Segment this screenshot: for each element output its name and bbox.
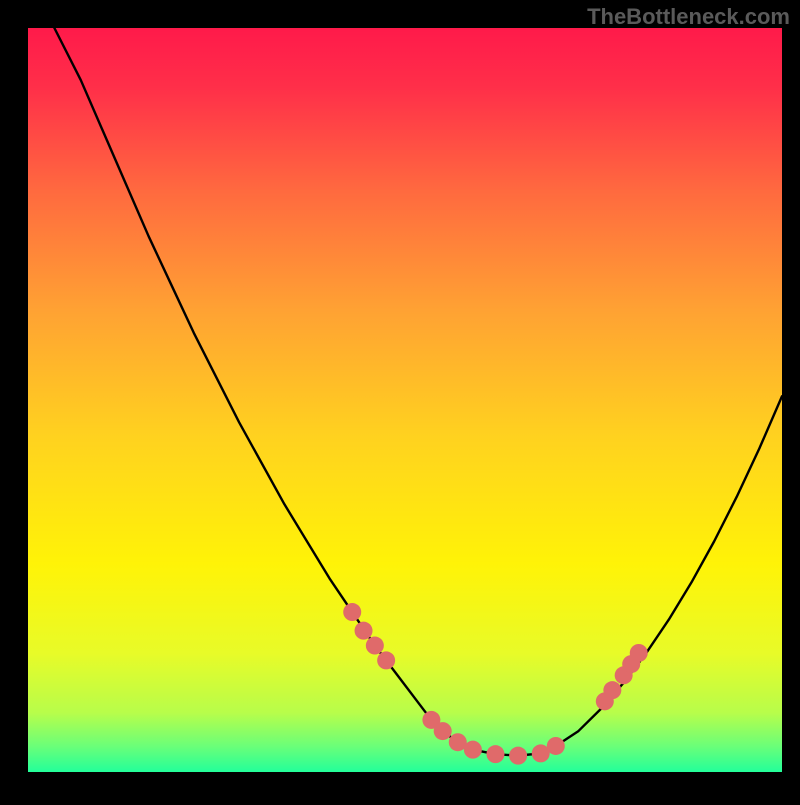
highlight-dot: [630, 644, 648, 662]
highlight-dot: [509, 747, 527, 765]
highlight-dot: [343, 603, 361, 621]
chart-svg: [0, 0, 800, 800]
highlight-dot: [366, 637, 384, 655]
highlight-dot: [434, 722, 452, 740]
plot-background: [28, 28, 782, 772]
bottleneck-chart: [0, 0, 800, 800]
highlight-dot: [377, 651, 395, 669]
highlight-dot: [355, 622, 373, 640]
highlight-dot: [603, 681, 621, 699]
highlight-dot: [464, 741, 482, 759]
highlight-dot: [547, 737, 565, 755]
watermark-label: TheBottleneck.com: [587, 4, 790, 30]
highlight-dot: [486, 745, 504, 763]
